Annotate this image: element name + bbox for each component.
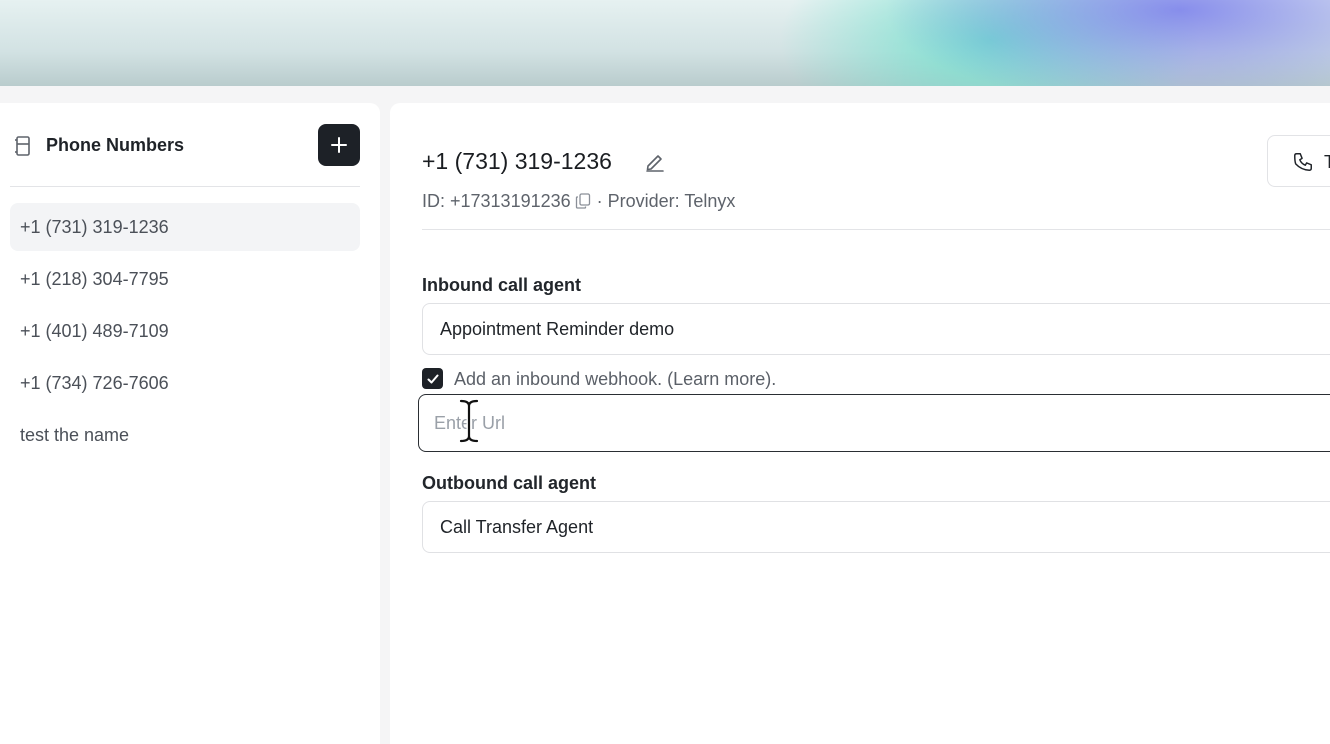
call-button-label: T (1324, 152, 1330, 172)
detail-divider (422, 229, 1330, 230)
phone-book-icon (15, 136, 30, 156)
make-call-button[interactable]: T (1267, 135, 1330, 187)
phone-number-item[interactable]: +1 (218) 304-7795 (10, 255, 360, 303)
webhook-url-input[interactable] (418, 394, 1330, 452)
provider-text: · Provider: Telnyx (596, 191, 736, 211)
phone-number-detail: +1 (731) 319-1236 ID: +17313191236 · Pro… (390, 103, 1330, 744)
check-icon (427, 374, 438, 383)
plus-icon (331, 137, 347, 153)
top-banner (0, 0, 1330, 86)
copy-icon[interactable] (575, 193, 591, 209)
inbound-agent-label: Inbound call agent (422, 275, 582, 295)
inbound-webhook-label[interactable]: Add an inbound webhook. (Learn more). (454, 368, 776, 390)
outbound-agent-label: Outbound call agent (422, 473, 596, 493)
phone-number-item[interactable]: +1 (734) 726-7606 (10, 359, 360, 407)
inbound-webhook-checkbox[interactable] (422, 368, 443, 389)
phone-number-list: +1 (731) 319-1236 +1 (218) 304-7795 +1 (… (10, 203, 360, 463)
phone-meta: ID: +17313191236 · Provider: Telnyx (422, 190, 735, 212)
sidebar-title: Phone Numbers (46, 135, 185, 155)
page-title: +1 (731) 319-1236 (422, 148, 612, 174)
sidebar-divider (10, 186, 360, 187)
phone-number-item[interactable]: +1 (401) 489-7109 (10, 307, 360, 355)
add-phone-number-button[interactable] (318, 124, 360, 166)
phone-number-item[interactable]: +1 (731) 319-1236 (10, 203, 360, 251)
phone-icon (1294, 153, 1312, 171)
sidebar-header: Phone Numbers (0, 103, 380, 187)
pencil-icon[interactable] (643, 149, 667, 173)
outbound-agent-select[interactable]: Call Transfer Agent (422, 501, 1330, 553)
phone-number-item[interactable]: test the name (10, 411, 360, 459)
phone-id: ID: +17313191236 (422, 191, 571, 211)
inbound-agent-select[interactable]: Appointment Reminder demo (422, 303, 1330, 355)
sidebar: Phone Numbers +1 (731) 319-1236 +1 (218)… (0, 103, 380, 744)
